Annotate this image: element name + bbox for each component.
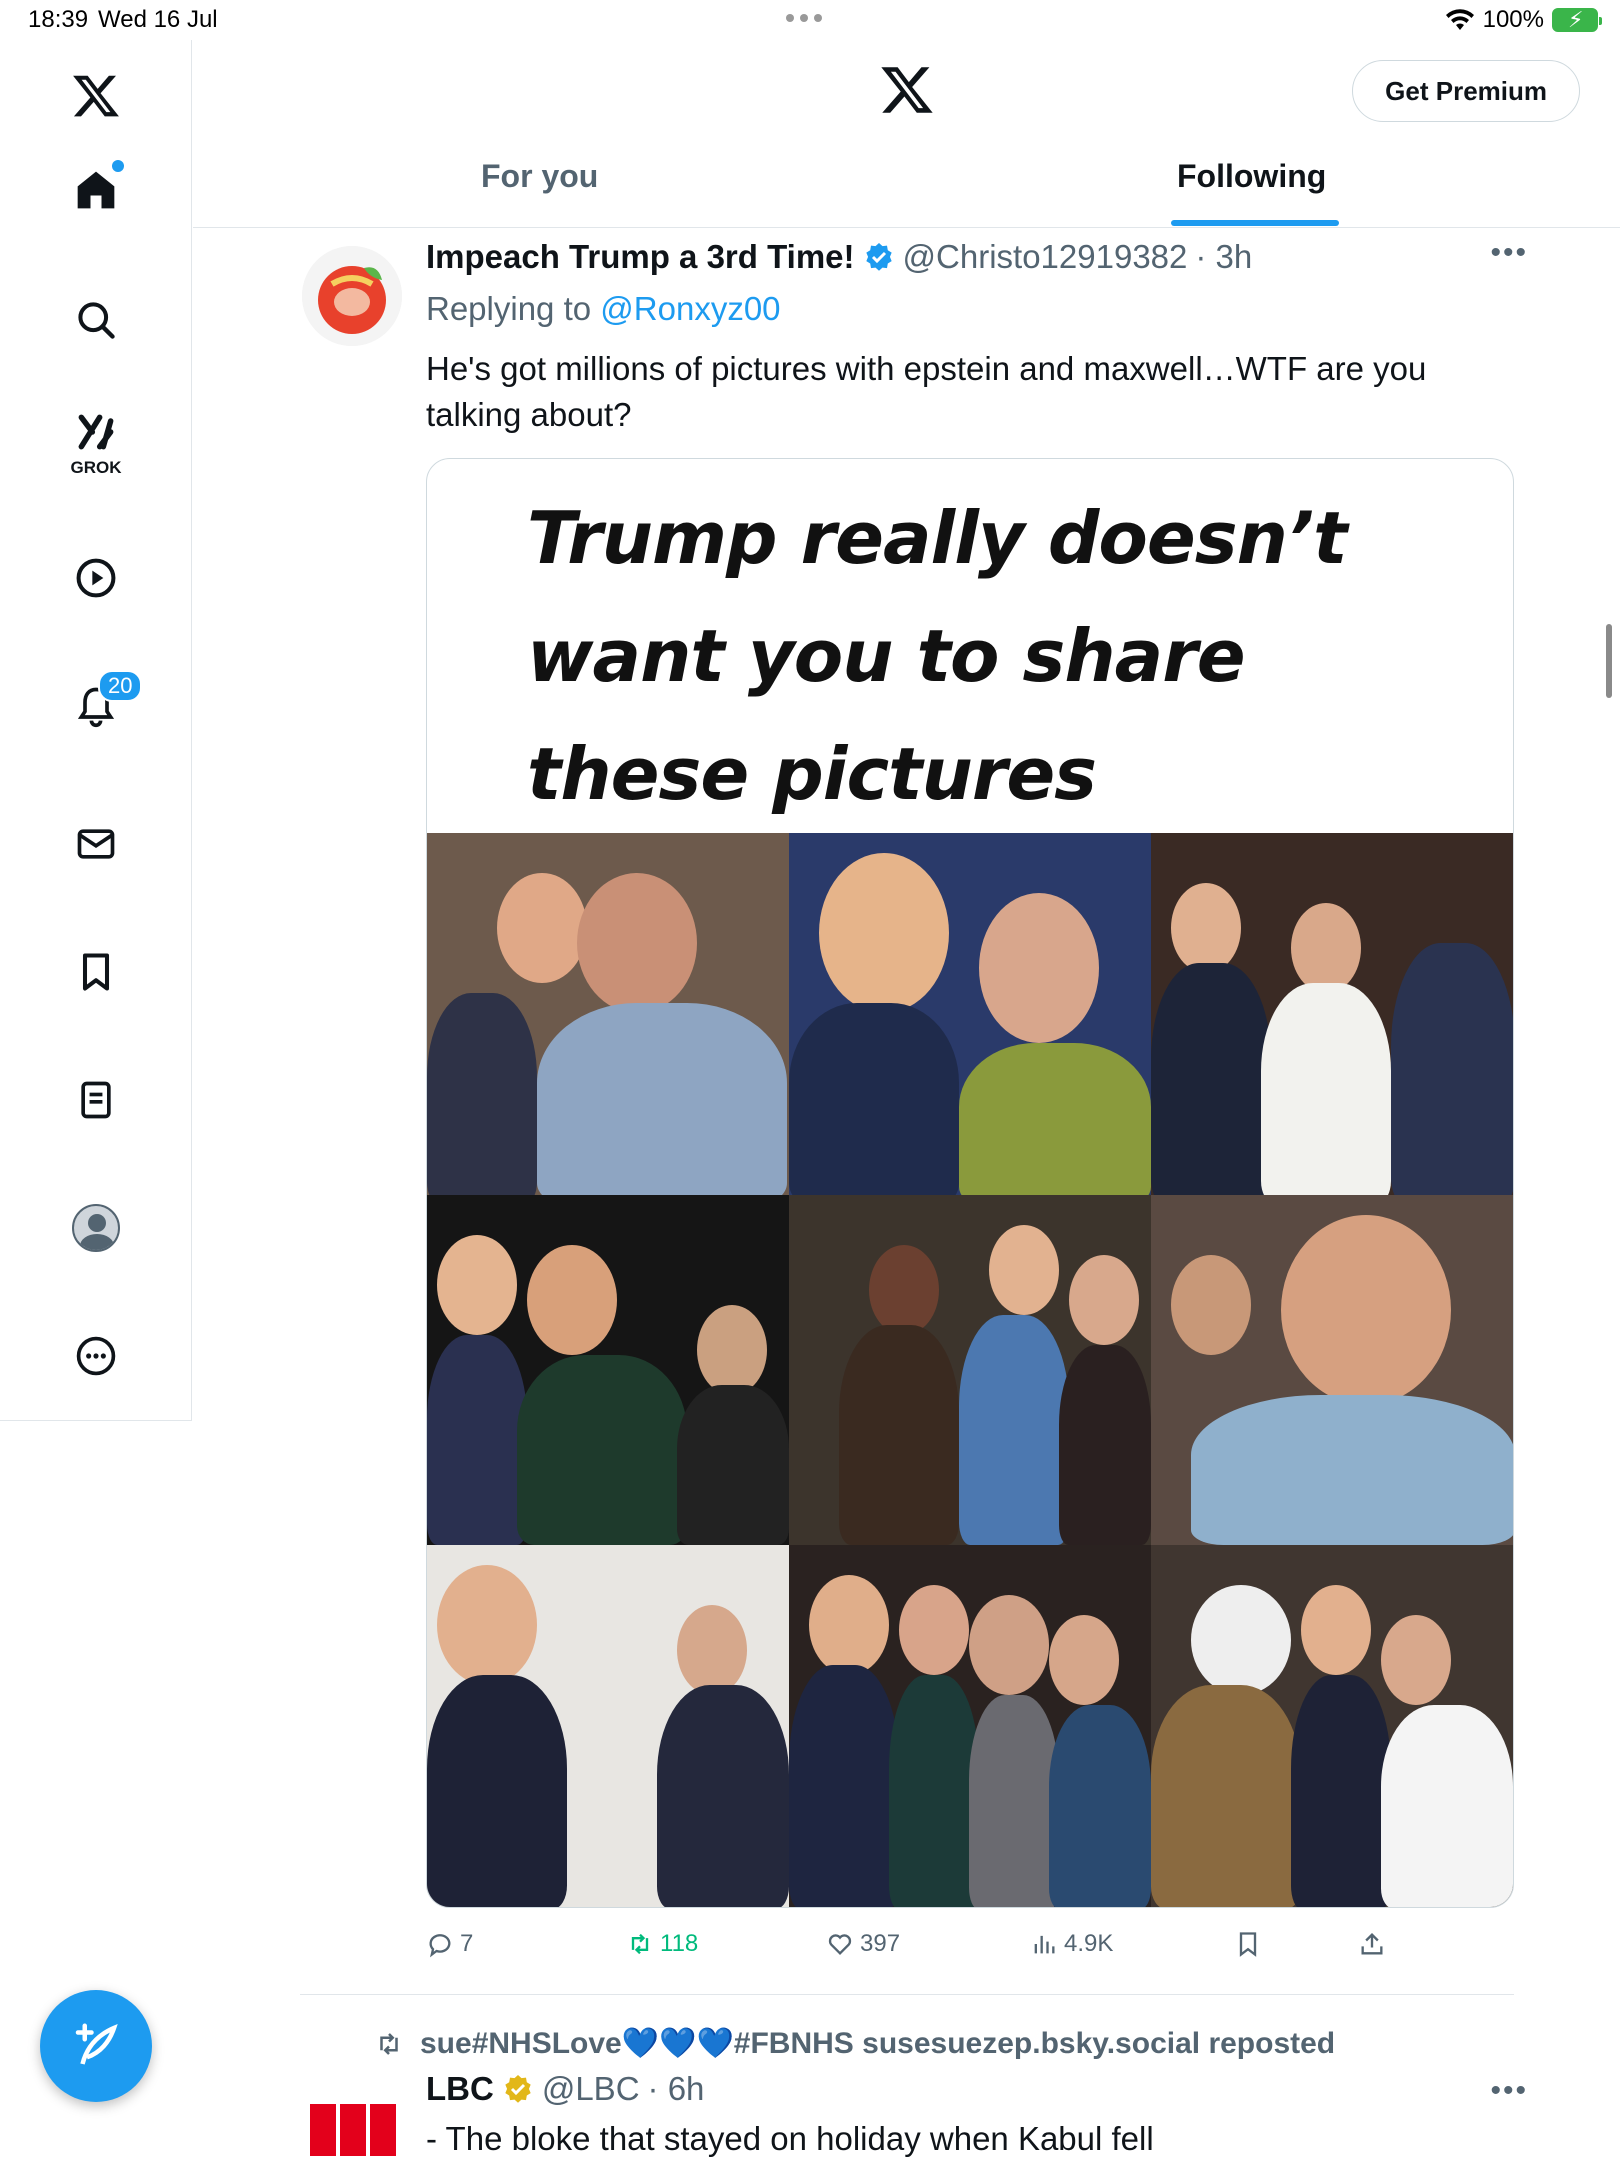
tweet-text: He's got millions of pictures with epste… [426, 350, 1427, 433]
multitasking-dots[interactable] [786, 14, 822, 22]
reply-icon [429, 1934, 451, 1958]
share-button[interactable] [1358, 1930, 1386, 1958]
views-icon [1034, 1935, 1055, 1954]
repost-indicator[interactable]: sue#NHSLove💙💙💙#FBNHS susesuezep.bsky.soc… [374, 2026, 1335, 2061]
repost-button[interactable]: 118 [626, 1930, 698, 1958]
bookmark-icon [1239, 1932, 1257, 1957]
share-icon [1361, 1933, 1383, 1955]
compose-feather-icon [75, 2023, 118, 2065]
replying-to-handle[interactable]: @Ronxyz00 [600, 290, 780, 327]
messages-icon[interactable] [56, 804, 136, 884]
home-icon[interactable] [56, 150, 136, 230]
wifi-icon [1445, 9, 1474, 30]
like-count: 397 [860, 1930, 901, 1957]
collage-photo [1151, 1195, 1513, 1545]
tweet-divider [300, 1994, 1514, 1995]
replying-prefix: Replying to [426, 290, 592, 327]
replying-to: Replying to @Ronxyz00 [426, 290, 781, 328]
notifications-icon[interactable]: 20 [56, 666, 143, 746]
tweet-actions: 7 118 397 4.9K [426, 1930, 1426, 1970]
collage-photo [427, 833, 789, 1195]
grok-icon[interactable]: GROK [56, 404, 136, 484]
video-icon[interactable] [56, 538, 136, 618]
collage-photo [1151, 833, 1513, 1195]
tweet-text: - The bloke that stayed on holiday when … [426, 2120, 1154, 2157]
views-button[interactable]: 4.9K [1030, 1930, 1113, 1958]
compose-button[interactable] [40, 1990, 152, 2102]
media-headline: Trump really doesn’t want you to share t… [527, 496, 1348, 816]
reply-count: 7 [460, 1930, 474, 1957]
photo-collage [427, 833, 1513, 1907]
tweet-more-options-icon[interactable]: ••• [1490, 236, 1528, 270]
profile-avatar[interactable] [56, 1188, 136, 1268]
status-bar: 18:39 Wed 16 Jul 100% ⚡ [0, 0, 1620, 40]
repost-by-text: sue#NHSLove💙💙💙#FBNHS susesuezep.bsky.soc… [420, 2027, 1336, 2060]
status-date: Wed 16 Jul [98, 6, 218, 33]
verified-badge-icon [865, 243, 892, 271]
repost-icon [631, 1933, 649, 1955]
tweet-author-handle[interactable]: @LBC [542, 2070, 640, 2108]
scrollbar[interactable] [1606, 624, 1612, 698]
reply-button[interactable]: 7 [426, 1930, 473, 1958]
tweet-author-name[interactable]: Impeach Trump a 3rd Time! [426, 238, 855, 276]
x-logo-icon [879, 62, 935, 123]
collage-photo [789, 833, 1151, 1195]
active-tab-indicator [1171, 220, 1339, 226]
tweet-author-avatar[interactable] [302, 246, 402, 346]
tweet-author-avatar[interactable] [310, 2100, 396, 2160]
tweet-more-options-icon[interactable]: ••• [1490, 2074, 1528, 2108]
x-logo-icon[interactable] [56, 56, 136, 136]
tweet-time[interactable]: · 6h [648, 2070, 705, 2108]
search-icon[interactable] [56, 280, 136, 360]
bookmarks-icon[interactable] [56, 932, 136, 1012]
verified-gold-badge-icon [505, 2075, 531, 2103]
lists-icon[interactable] [56, 1060, 136, 1140]
tweet-author-name[interactable]: LBC [426, 2070, 494, 2108]
tweet-author-handle[interactable]: @Christo12919382 [903, 238, 1188, 276]
home-unread-dot [112, 160, 124, 172]
tab-for-you[interactable]: For you [481, 158, 598, 195]
repost-icon [380, 2032, 398, 2055]
collage-photo [1151, 1545, 1513, 1907]
heart-icon [828, 1934, 852, 1955]
sidebar: GROK 20 [0, 40, 192, 1421]
tab-following[interactable]: Following [1177, 158, 1326, 195]
grok-label: GROK [70, 458, 122, 477]
tweet-header: Impeach Trump a 3rd Time! @Christo129193… [426, 238, 1252, 276]
battery-icon: ⚡ [1552, 7, 1602, 32]
collage-photo [427, 1545, 789, 1907]
timeline-header: Get Premium For you Following [193, 40, 1620, 228]
tweet-header: LBC @LBC · 6h [426, 2070, 704, 2108]
collage-photo [789, 1195, 1151, 1545]
collage-photo [427, 1195, 789, 1545]
more-icon[interactable] [56, 1316, 136, 1396]
tweet-media-image[interactable]: Trump really doesn’t want you to share t… [426, 458, 1514, 1908]
views-count: 4.9K [1064, 1930, 1114, 1957]
battery-percent: 100% [1482, 6, 1544, 33]
collage-photo [789, 1545, 1151, 1907]
bookmark-button[interactable] [1234, 1930, 1262, 1958]
status-time: 18:39 [28, 6, 89, 33]
like-button[interactable]: 397 [826, 1930, 900, 1958]
tweet-time[interactable]: · 3h [1195, 238, 1252, 276]
notifications-badge: 20 [98, 670, 143, 702]
get-premium-button[interactable]: Get Premium [1352, 60, 1580, 122]
repost-count: 118 [660, 1930, 699, 1957]
